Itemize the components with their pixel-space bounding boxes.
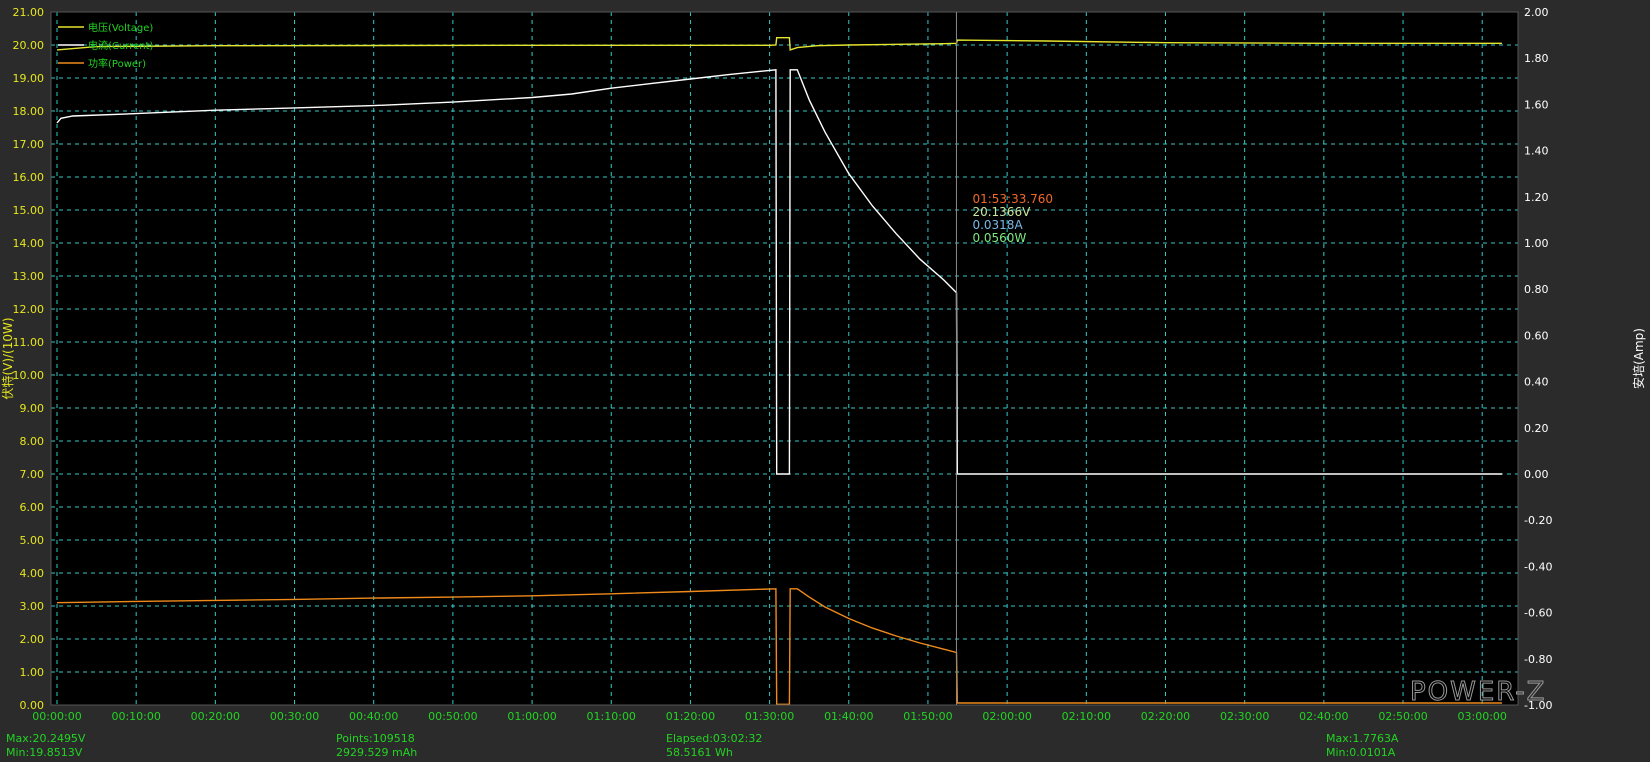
right-tick-label: 2.00 [1524,6,1549,19]
readout-time: 01:53:33.760 [972,192,1053,206]
left-tick-label: 11.00 [13,336,45,349]
left-tick-label: 7.00 [20,468,45,481]
left-tick-label: 10.00 [13,369,45,382]
chart-svg: 0.00 1.00 2.00 3.00 4.00 5.00 6.00 7.00 8.00 9.00… [0,6,1646,723]
right-tick-label: 0.60 [1524,329,1549,342]
right-tick-label: 1.60 [1524,98,1549,111]
x-tick-label: 00:00:00 [32,710,81,723]
x-tick-label: 02:10:00 [1062,710,1111,723]
x-tick-label: 00:50:00 [428,710,477,723]
x-tick-label: 01:50:00 [903,710,952,723]
x-tick-label: 03:00:00 [1458,710,1507,723]
power-z-watermark: POWER-Z [1410,677,1546,707]
left-tick-label: 3.00 [20,600,45,613]
x-tick-label: 02:50:00 [1378,710,1427,723]
left-tick-label: 16.00 [13,171,45,184]
right-tick-label: 0.00 [1524,468,1549,481]
right-tick-label: -0.80 [1524,653,1552,666]
right-tick-label: 0.80 [1524,283,1549,296]
left-tick-label: 2.00 [20,633,45,646]
legend-label: 电压(Voltage) [88,21,153,34]
right-tick-label: 1.00 [1524,237,1549,250]
right-tick-label: -0.60 [1524,607,1552,620]
capacity-mah: 2929.529 mAh [336,746,418,759]
max-voltage: Max:20.2495V [6,732,86,745]
left-tick-label: 13.00 [13,270,45,283]
energy-wh: 58.5161 Wh [666,746,733,759]
left-tick-label: 14.00 [13,237,45,250]
legend-label: 电流(Current) [88,39,153,52]
left-tick-label: 18.00 [13,105,45,118]
x-tick-label: 01:40:00 [824,710,873,723]
x-tick-label: 02:40:00 [1299,710,1348,723]
left-tick-label: 9.00 [20,402,45,415]
x-tick-label: 00:40:00 [349,710,398,723]
left-tick-label: 4.00 [20,567,45,580]
left-tick-label: 1.00 [20,666,45,679]
left-tick-label: 17.00 [13,138,45,151]
x-tick-label: 00:30:00 [270,710,319,723]
left-tick-label: 5.00 [20,534,45,547]
plot-area [51,12,1518,705]
left-tick-label: 15.00 [13,204,45,217]
x-tick-label: 01:20:00 [666,710,715,723]
status-footer: Max:20.2495V Min:19.8513V Points:109518 … [0,730,1650,762]
right-tick-label: -0.20 [1524,514,1552,527]
elapsed-time: Elapsed:03:02:32 [666,732,763,745]
left-tick-label: 12.00 [13,303,45,316]
min-current: Min:0.0101A [1326,746,1396,759]
right-tick-label: 1.80 [1524,52,1549,65]
right-tick-label: -0.40 [1524,560,1552,573]
min-voltage: Min:19.8513V [6,746,83,759]
left-tick-label: 6.00 [20,501,45,514]
readout-voltage: 20.1366V [972,205,1031,219]
left-axis-title: 伏特(V)/(10W) [0,317,15,399]
readout-power: 0.0560W [972,231,1026,245]
x-tick-label: 02:30:00 [1220,710,1269,723]
x-tick-label: 00:20:00 [191,710,240,723]
legend-label: 功率(Power) [88,57,146,70]
right-tick-label: 0.20 [1524,422,1549,435]
x-tick-label: 01:30:00 [745,710,794,723]
x-tick-label: 02:00:00 [982,710,1031,723]
x-tick-label: 00:10:00 [111,710,160,723]
x-tick-label: 01:00:00 [507,710,556,723]
right-axis-title: 安培(Amp) [1631,328,1646,389]
right-tick-label: 1.40 [1524,145,1549,158]
max-current: Max:1.7763A [1326,732,1399,745]
readout-current: 0.0318A [972,218,1023,232]
x-tick-label: 01:10:00 [587,710,636,723]
power-chart-window: 0.00 1.00 2.00 3.00 4.00 5.00 6.00 7.00 8.00 9.00… [0,0,1650,762]
points-count: Points:109518 [336,732,415,745]
left-tick-label: 21.00 [13,6,45,19]
left-tick-label: 19.00 [13,72,45,85]
left-tick-label: 8.00 [20,435,45,448]
right-tick-label: 0.40 [1524,376,1549,389]
right-tick-label: 1.20 [1524,191,1549,204]
x-tick-label: 02:20:00 [1141,710,1190,723]
left-tick-label: 20.00 [13,39,45,52]
